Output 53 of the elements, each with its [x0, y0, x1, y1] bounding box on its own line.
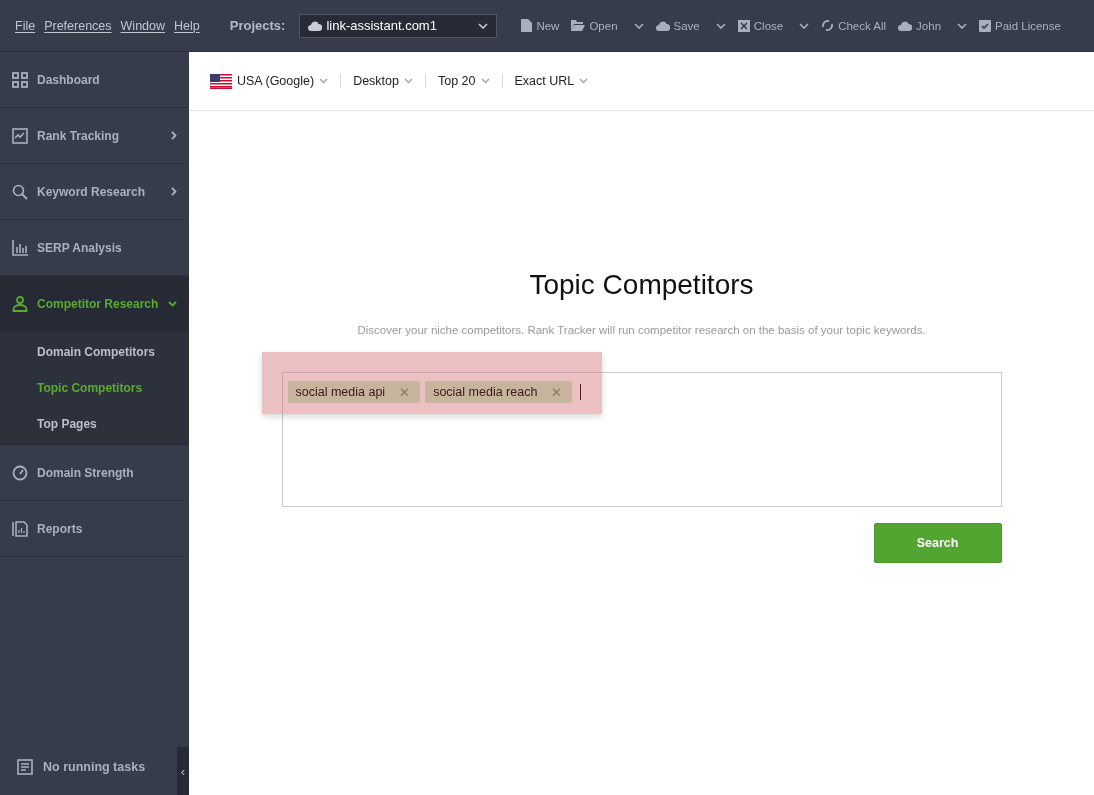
sidebar-item[interactable]: Competitor Research [0, 276, 189, 332]
report-icon [12, 520, 28, 537]
caret-icon[interactable] [633, 22, 644, 29]
projects-label: Projects: [229, 18, 286, 33]
person-icon [12, 295, 28, 312]
folder-icon [571, 20, 586, 31]
cloud-icon [308, 20, 323, 31]
close-icon [737, 19, 750, 32]
cloud-icon [655, 20, 670, 31]
chart-icon [12, 127, 28, 144]
caret-icon [480, 78, 490, 84]
task-list-icon [17, 759, 33, 775]
toolbar-button[interactable]: New [521, 19, 560, 32]
caret-icon [478, 22, 489, 29]
menu-item[interactable]: Window [120, 18, 166, 33]
search-button[interactable]: Search [873, 523, 1002, 563]
page-description: Discover your niche competitors. Rank Tracker will run competitor research on the basis of your topic keywords. [357, 324, 926, 336]
toolbar-button[interactable]: Close [737, 19, 784, 32]
menu-item[interactable]: Help [174, 18, 200, 33]
caret-icon[interactable] [799, 22, 810, 29]
filter-dropdown[interactable]: Top 20 [438, 74, 490, 88]
filter-dropdown[interactable]: USA (Google) [210, 73, 329, 89]
page-title: Topic Competitors [529, 269, 754, 301]
menu-item[interactable]: File [15, 18, 36, 33]
grid-icon [12, 71, 28, 88]
toolbar-button[interactable]: Check All [821, 19, 887, 32]
keyword-tag: social media reach ✕ [425, 381, 573, 403]
caret-icon[interactable] [715, 22, 726, 29]
toolbar-button[interactable]: Open [571, 19, 618, 32]
toolbar-button[interactable]: Save [655, 19, 700, 32]
refresh-icon [821, 19, 835, 32]
filter-dropdown[interactable]: Exact URL [514, 74, 589, 88]
caret-icon [404, 78, 413, 84]
gauge-icon [12, 464, 28, 481]
tasks-status: No running tasks [43, 760, 146, 774]
checkbox-icon [979, 19, 992, 32]
caret-icon [319, 78, 329, 84]
filter-dropdown[interactable]: Desktop [353, 74, 413, 88]
menu-item[interactable]: Preferences [44, 18, 112, 33]
file-icon [521, 19, 533, 32]
keyword-tag: social media api ✕ [287, 381, 421, 403]
bar-chart-icon [12, 239, 28, 256]
sidebar-subitem[interactable]: Top Pages [0, 406, 189, 442]
toolbar-button[interactable]: Paid License [979, 19, 1061, 32]
cloud-icon [898, 20, 913, 31]
caret-icon[interactable] [957, 22, 968, 29]
search-icon [12, 183, 28, 200]
project-dropdown[interactable]: link-assistant.com1 [299, 13, 498, 38]
collapse-button[interactable]: ‹ [177, 747, 189, 795]
sidebar-subitem[interactable]: Domain Competitors [0, 334, 189, 370]
caret-icon [579, 78, 589, 84]
sidebar-subitem[interactable]: Topic Competitors [0, 370, 189, 406]
toolbar-button[interactable]: John [898, 19, 942, 32]
